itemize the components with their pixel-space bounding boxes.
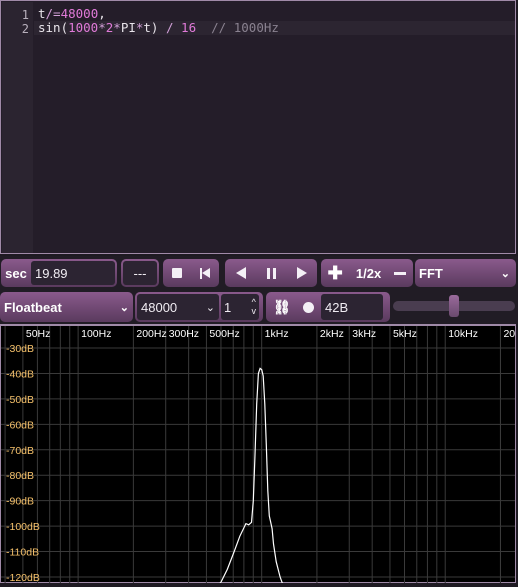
view-mode-select[interactable]: FFT ⌄ [415, 259, 516, 287]
transport-toolbar: sec 19.89 --- ✚ 1/2x FFT ⌄ [0, 256, 518, 290]
pause-icon[interactable] [266, 267, 276, 279]
stop-rewind-group [163, 259, 219, 287]
time-value-field[interactable]: 19.89 [31, 261, 115, 285]
stepper-arrows-icon[interactable]: ^ v [252, 298, 257, 316]
x-tick-label: 10kHz [448, 328, 478, 340]
code-token: , [98, 6, 106, 21]
stop-icon[interactable] [172, 268, 182, 278]
y-tick-label: -70dB [6, 445, 34, 457]
line-number: 1 [21, 8, 29, 22]
playback-group [225, 259, 317, 287]
code-token: 48000 [60, 6, 99, 21]
code-editor[interactable]: 1 2 t/=48000, sin(1000*2*PI*t) / 16 // 1… [0, 0, 516, 254]
code-token: sin( [38, 20, 69, 35]
code-token: 1000 [68, 20, 99, 35]
volume-slider-thumb[interactable] [449, 295, 459, 317]
code-token: 16 [181, 20, 197, 35]
play-backward-icon[interactable] [235, 267, 246, 279]
y-tick-label: -120dB [6, 572, 40, 583]
y-tick-label: -100dB [6, 521, 40, 533]
mode-value: Floatbeat [4, 299, 62, 315]
sample-rate-group: 48000 ⌄ 1 ^ v [135, 292, 263, 322]
y-tick-label: -50dB [6, 394, 34, 406]
y-tick-label: -30dB [6, 343, 34, 355]
line-number-gutter: 1 2 [2, 2, 33, 253]
line-number: 2 [21, 22, 29, 36]
x-tick-label: 200Hz [136, 328, 166, 340]
code-comment: // 1000Hz [196, 20, 279, 35]
counter-display: --- [121, 259, 159, 287]
chevron-down-icon: ⌄ [119, 301, 129, 314]
x-tick-label: 20k [503, 328, 515, 340]
x-tick-label: 300Hz [169, 328, 199, 340]
sample-rate-select[interactable]: 48000 ⌄ [137, 294, 219, 320]
speed-group: ✚ 1/2x [321, 259, 413, 287]
plus-icon[interactable]: ✚ [328, 263, 343, 284]
x-tick-label: 5kHz [393, 328, 417, 340]
size-field: 42B [321, 294, 383, 320]
code-token: * [113, 20, 121, 35]
settings-toolbar: Floatbeat ⌄ 48000 ⌄ 1 ^ v ⛓ 42B [0, 290, 518, 324]
link-icon[interactable]: ⛓ [268, 299, 296, 316]
fft-graph: 50Hz 100Hz 200Hz 300Hz 500Hz 1kHz 2kHz 3kHz 5kHz… [0, 324, 518, 587]
code-line-1[interactable]: t/=48000, [38, 7, 106, 21]
code-token: t [38, 6, 46, 21]
x-tick-label: 50Hz [26, 328, 51, 340]
x-tick-label: 500Hz [209, 328, 239, 340]
view-mode-value: FFT [419, 265, 443, 281]
record-icon[interactable] [303, 301, 314, 313]
fft-chart: 50Hz 100Hz 200Hz 300Hz 500Hz 1kHz 2kHz 3kHz 5kHz… [1, 326, 518, 587]
sample-rate-value: 48000 [141, 299, 178, 315]
x-tick-label: 1kHz [265, 328, 289, 340]
counter-value: --- [123, 261, 157, 285]
code-token: t) [143, 20, 159, 35]
mode-select[interactable]: Floatbeat ⌄ [0, 292, 133, 322]
x-tick-label: 3kHz [352, 328, 376, 340]
speed-label[interactable]: 1/2x [356, 266, 381, 281]
x-tick-label: 2kHz [320, 328, 344, 340]
rewind-icon[interactable] [200, 267, 210, 279]
chevron-down-icon: ⌄ [500, 267, 510, 280]
code-token: PI [120, 20, 136, 35]
code-line-2[interactable]: sin(1000*2*PI*t) / 16 // 1000Hz [38, 21, 279, 35]
time-display[interactable]: sec 19.89 [1, 259, 117, 287]
stereo-stepper[interactable]: 1 ^ v [221, 294, 259, 320]
y-tick-label: -90dB [6, 496, 34, 508]
time-unit-label: sec [5, 265, 27, 281]
share-group: ⛓ 42B [266, 292, 390, 322]
y-tick-label: -60dB [6, 419, 34, 431]
chevron-down-icon: ⌄ [205, 301, 215, 314]
y-tick-label: -40dB [6, 368, 34, 380]
volume-slider[interactable] [393, 295, 515, 317]
y-tick-label: -80dB [6, 470, 34, 482]
code-token: / [158, 20, 182, 35]
stereo-value: 1 [224, 299, 232, 315]
minus-icon[interactable] [394, 271, 407, 275]
code-token: * [98, 20, 106, 35]
play-icon[interactable] [296, 267, 307, 279]
y-tick-label: -110dB [6, 547, 39, 559]
code-token: /= [45, 6, 61, 21]
x-tick-label: 100Hz [81, 328, 111, 340]
